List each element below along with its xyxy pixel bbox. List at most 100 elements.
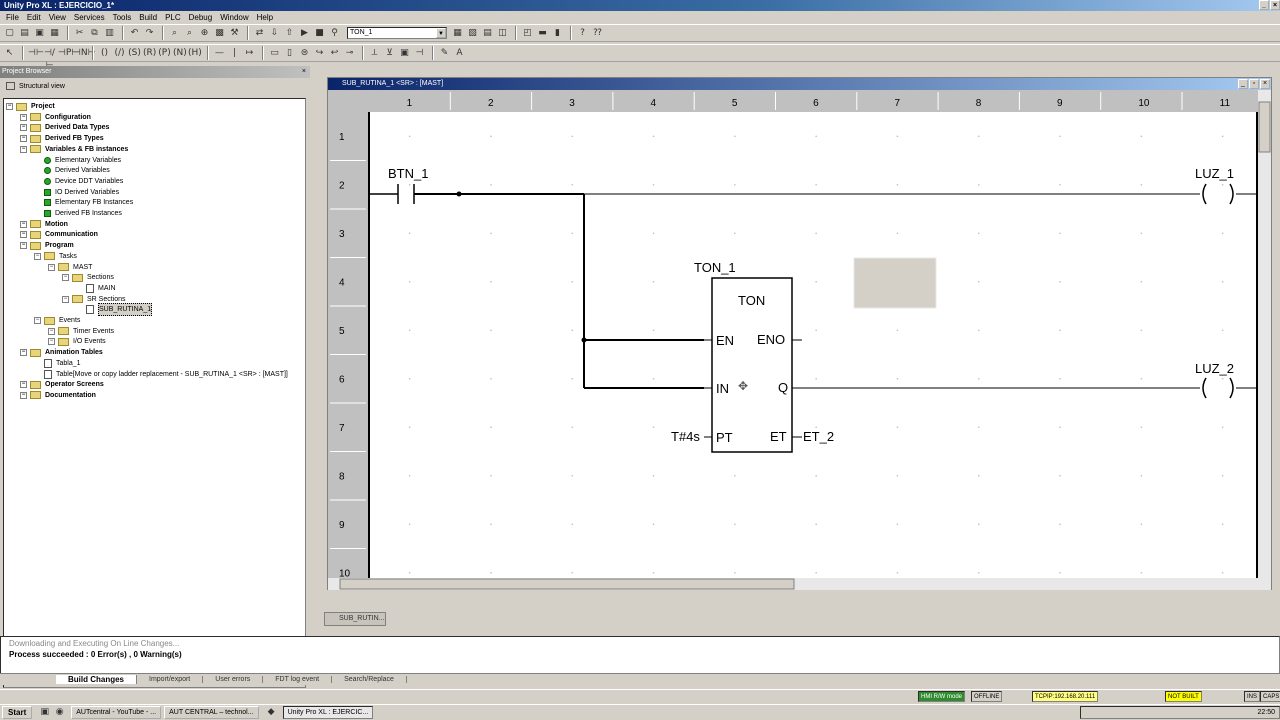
cascade-icon[interactable]: ◰	[521, 27, 534, 40]
editor-minimize-button[interactable]: _	[1238, 79, 1248, 89]
expand-toggle-icon[interactable]: −	[6, 103, 13, 110]
tree-item[interactable]: − MAST	[48, 262, 92, 273]
p-contact-icon[interactable]: ⊣P⊢	[58, 47, 79, 60]
select-icon[interactable]: ↖	[3, 47, 16, 60]
tab-sub-rutina[interactable]: SUB_RUTIN...	[324, 612, 386, 626]
expand-toggle-icon[interactable]: −	[20, 391, 27, 399]
editor-vertical-scrollbar[interactable]	[1258, 90, 1271, 590]
help-icon[interactable]: ?	[576, 27, 589, 40]
task-youtube[interactable]: AUTcentral - YouTube - ...	[71, 706, 162, 719]
edge-icon[interactable]: ⟂	[368, 47, 381, 60]
compare-icon[interactable]: ⊜	[298, 47, 311, 60]
expand-toggle-icon[interactable]: −	[20, 242, 27, 250]
tree-item[interactable]: Derived Variables	[44, 165, 110, 176]
tree-item[interactable]: Elementary FB Instances	[44, 197, 133, 208]
jump-icon[interactable]: ↪	[313, 47, 326, 60]
tree-item[interactable]: − Derived FB Types	[20, 133, 104, 144]
menu-view[interactable]: View	[45, 13, 70, 22]
editor-restore-button[interactable]: ▫	[1249, 79, 1259, 89]
tile-v-icon[interactable]: ▮	[551, 27, 564, 40]
editor-close-button[interactable]: ×	[1260, 79, 1270, 89]
fb-icon[interactable]: ▭	[268, 47, 281, 60]
expand-toggle-icon[interactable]: −	[20, 145, 27, 153]
tree-item[interactable]: − Configuration	[20, 112, 91, 123]
tree-item[interactable]: − Animation Tables	[20, 347, 103, 358]
p-coil-icon[interactable]: (P)	[158, 47, 171, 60]
tree-item[interactable]: MAIN	[86, 283, 116, 294]
close-icon[interactable]: ×	[302, 66, 306, 78]
tree-item[interactable]: Table[Move or copy ladder replacement - …	[44, 369, 288, 380]
tab-fdt-log[interactable]: FDT log event	[263, 676, 333, 683]
build-icon[interactable]: ⚒	[228, 27, 241, 40]
nc-contact-icon[interactable]: ⊣/⊢	[43, 47, 56, 71]
stop-icon[interactable]: ■	[313, 27, 326, 40]
text-icon[interactable]: A	[453, 47, 466, 60]
tree-item[interactable]: − Derived Data Types	[20, 122, 109, 133]
download-icon[interactable]: ⇩	[268, 27, 281, 40]
tree-item[interactable]: Tabla_1	[44, 358, 81, 369]
task-aut-central[interactable]: AUT CENTRAL – technol...	[164, 706, 259, 719]
n-coil-icon[interactable]: (N)	[173, 47, 187, 60]
print-icon[interactable]: ▦	[48, 27, 61, 40]
menu-debug[interactable]: Debug	[185, 13, 217, 22]
tree-item[interactable]: Device DDT Variables	[44, 176, 123, 187]
tree-item[interactable]: − Events	[34, 315, 80, 326]
context-help-icon[interactable]: ⁇	[591, 27, 604, 40]
tree-item[interactable]: − Operator Screens	[20, 379, 104, 390]
animation-icon[interactable]: ▧	[466, 27, 479, 40]
close-button[interactable]: ×	[1270, 0, 1280, 10]
tree-item[interactable]: − Documentation	[20, 390, 96, 401]
expand-toggle-icon[interactable]: −	[34, 317, 41, 324]
run-icon[interactable]: ▶	[298, 27, 311, 40]
tree-item[interactable]: − Timer Events	[48, 326, 114, 337]
pin-icon[interactable]: ⊣	[413, 47, 426, 60]
expand-toggle-icon[interactable]: −	[20, 135, 27, 143]
scroll-thumb[interactable]	[1258, 101, 1271, 153]
expand-toggle-icon[interactable]: −	[34, 252, 41, 260]
expand-toggle-icon[interactable]: −	[62, 295, 69, 303]
no-contact-icon[interactable]: ⊣⊢	[28, 47, 44, 60]
tab-build-changes[interactable]: Build Changes	[56, 675, 138, 684]
open-file-icon[interactable]: ▤	[18, 27, 31, 40]
new-file-icon[interactable]: ▢	[3, 27, 16, 40]
menu-help[interactable]: Help	[253, 13, 277, 22]
tree-item[interactable]: − Communication	[20, 229, 98, 240]
watch-icon[interactable]: ◫	[496, 27, 509, 40]
comment-icon[interactable]: ✎	[438, 47, 451, 60]
insert-icon[interactable]: ⊻	[383, 47, 396, 60]
tree-item[interactable]: − Program	[20, 240, 74, 251]
task-unity-pro[interactable]: Unity Pro XL : EJERCIC...	[282, 706, 374, 719]
menu-file[interactable]: File	[2, 13, 23, 22]
paste-icon[interactable]: ▥	[103, 27, 116, 40]
menu-services[interactable]: Services	[70, 13, 109, 22]
chevron-down-icon[interactable]: ▼	[436, 28, 446, 38]
redo-icon[interactable]: ↷	[143, 27, 156, 40]
set-coil-icon[interactable]: (S)	[128, 47, 141, 60]
table-icon[interactable]: ▤	[481, 27, 494, 40]
variables-icon[interactable]: ▦	[451, 27, 464, 40]
tree-item[interactable]: Derived FB Instances	[44, 208, 122, 219]
fdb-icon[interactable]: ▣	[398, 47, 411, 60]
tree-item[interactable]: − Motion	[20, 219, 68, 230]
coil-icon[interactable]: ()	[98, 47, 111, 60]
tile-h-icon[interactable]: ▬	[536, 27, 549, 40]
tree-item[interactable]: IO Derived Variables	[44, 187, 119, 198]
expand-toggle-icon[interactable]: −	[20, 231, 27, 239]
halt-coil-icon[interactable]: (H)	[188, 47, 202, 60]
neg-coil-icon[interactable]: (/)	[113, 47, 126, 60]
expand-toggle-icon[interactable]: −	[20, 381, 27, 389]
tree-item[interactable]: − Sections	[62, 272, 114, 283]
tab-user-errors[interactable]: User errors	[203, 676, 264, 683]
ladder-diagram[interactable]: 1 2 3 4 5 6 7 8 9 10 11 12345678910 BTN_1 LUZ_1	[328, 90, 1271, 590]
expand-toggle-icon[interactable]: −	[20, 220, 27, 228]
selection-rectangle[interactable]	[853, 257, 937, 309]
variable-combo[interactable]: TON_1 ▼	[347, 27, 447, 39]
expand-toggle-icon[interactable]: −	[20, 349, 27, 357]
tree-item[interactable]: − Tasks	[34, 251, 77, 262]
find-next-icon[interactable]: ⌕	[183, 27, 196, 40]
tree-item[interactable]: SUB_RUTINA_1	[86, 303, 153, 317]
connect-icon[interactable]: ⇄	[253, 27, 266, 40]
expand-toggle-icon[interactable]: −	[20, 124, 27, 132]
menu-tools[interactable]: Tools	[109, 13, 136, 22]
tab-search-replace[interactable]: Search/Replace	[332, 676, 407, 683]
